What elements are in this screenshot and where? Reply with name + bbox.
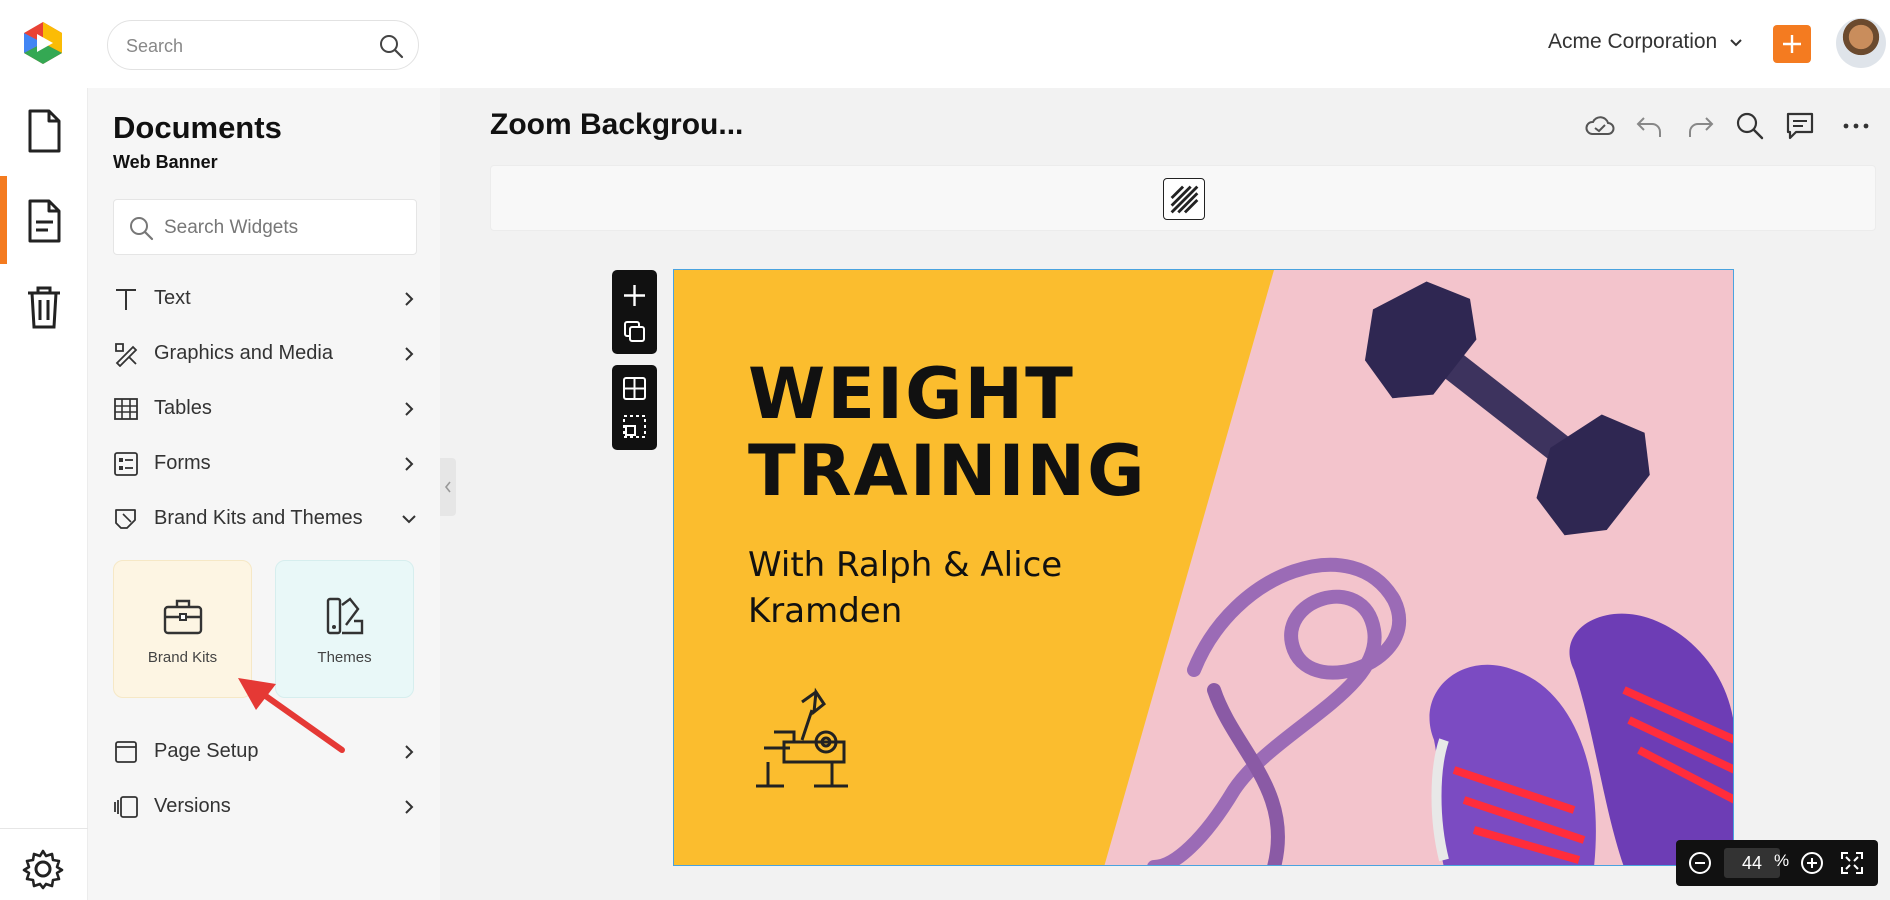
- layout-tools-group: [612, 365, 657, 450]
- panel-subtitle: Web Banner: [113, 152, 218, 172]
- menu-item-text[interactable]: Text: [113, 279, 417, 319]
- org-switcher-label[interactable]: Acme Corporation: [1548, 30, 1717, 54]
- table-icon: [114, 398, 138, 420]
- chevron-right-icon: [405, 800, 414, 814]
- versions-icon: [114, 796, 138, 818]
- banner-byline-line1: With Ralph & Alice: [748, 545, 1062, 585]
- menu-item-label: Tables: [154, 397, 212, 419]
- chevron-right-icon: [405, 292, 414, 306]
- widget-search[interactable]: [113, 199, 417, 255]
- grid-icon[interactable]: [621, 375, 648, 402]
- panel-collapse-handle[interactable]: [440, 458, 456, 516]
- annotation-arrow-icon: [238, 678, 345, 753]
- documents-list-icon[interactable]: [24, 198, 64, 244]
- design-canvas[interactable]: WEIGHT TRAINING With Ralph & Alice Kramd…: [673, 269, 1734, 866]
- chevron-right-icon: [405, 745, 414, 759]
- menu-item-graphics[interactable]: Graphics and Media: [113, 334, 417, 374]
- menu-item-versions[interactable]: Versions: [113, 787, 417, 827]
- user-avatar[interactable]: [1836, 18, 1886, 68]
- menu-item-label: Graphics and Media: [154, 342, 333, 364]
- forms-icon: [114, 452, 138, 476]
- menu-item-label: Text: [154, 287, 191, 309]
- banner-headline-line2: TRAINING: [748, 430, 1147, 512]
- search-icon[interactable]: [378, 33, 404, 59]
- brand-icon: [115, 509, 136, 529]
- banner-artwork: WEIGHT TRAINING With Ralph & Alice Kramd…: [674, 270, 1733, 865]
- chevron-down-icon: [402, 515, 416, 524]
- trash-icon[interactable]: [24, 284, 64, 330]
- add-page-icon[interactable]: [621, 282, 648, 309]
- document-title[interactable]: Zoom Backgrou...: [490, 108, 743, 142]
- chevron-right-icon: [405, 402, 414, 416]
- redo-icon[interactable]: [1684, 110, 1716, 142]
- undo-icon[interactable]: [1634, 110, 1666, 142]
- tile-label: Themes: [317, 649, 372, 666]
- cloud-saved-icon[interactable]: [1584, 110, 1616, 142]
- chevron-left-icon: [444, 481, 451, 493]
- zoom-controls: 44 %: [1676, 840, 1878, 886]
- app-logo-icon[interactable]: [20, 20, 66, 66]
- zoom-value-input[interactable]: 44: [1724, 848, 1780, 878]
- chevron-down-icon[interactable]: [1728, 34, 1744, 50]
- tile-label: Brand Kits: [147, 649, 218, 666]
- banner-byline-line2: Kramden: [748, 591, 902, 631]
- themes-icon: [326, 597, 364, 635]
- zoom-out-icon[interactable]: [1688, 851, 1712, 875]
- search-icon[interactable]: [1734, 110, 1766, 142]
- global-search-input[interactable]: [126, 33, 366, 59]
- search-icon: [130, 217, 154, 241]
- page-tools-group: [612, 270, 657, 354]
- widget-panel: Documents Web Banner Text Graphics and M…: [88, 88, 440, 900]
- zoom-in-icon[interactable]: [1800, 851, 1824, 875]
- zoom-unit: %: [1774, 851, 1790, 870]
- duplicate-page-icon[interactable]: [621, 318, 648, 345]
- text-icon: [116, 289, 136, 310]
- rail-divider: [0, 828, 88, 829]
- top-bar: Acme Corporation: [0, 0, 1890, 88]
- menu-item-brand-kits-themes[interactable]: Brand Kits and Themes: [113, 499, 417, 539]
- fullscreen-icon[interactable]: [1840, 851, 1864, 875]
- page-strip: [490, 165, 1876, 231]
- menu-item-forms[interactable]: Forms: [113, 444, 417, 484]
- create-new-button[interactable]: [1773, 25, 1811, 63]
- global-search[interactable]: [107, 20, 419, 70]
- menu-item-label: Versions: [154, 795, 231, 817]
- active-indicator: [0, 176, 7, 264]
- briefcase-icon: [163, 599, 203, 635]
- left-rail: [0, 88, 88, 900]
- document-icon[interactable]: [24, 108, 64, 154]
- more-options-icon[interactable]: [1840, 110, 1872, 142]
- menu-item-label: Forms: [154, 452, 211, 474]
- settings-gear-icon[interactable]: [22, 848, 64, 890]
- menu-item-label: Brand Kits and Themes: [154, 507, 363, 529]
- select-area-icon[interactable]: [621, 413, 648, 440]
- page-setup-icon: [115, 741, 137, 763]
- panel-title: Documents: [113, 110, 282, 145]
- chevron-right-icon: [405, 347, 414, 361]
- menu-item-tables[interactable]: Tables: [113, 389, 417, 429]
- chevron-right-icon: [405, 457, 414, 471]
- plus-icon: [1783, 35, 1801, 53]
- banner-headline-line1: WEIGHT: [748, 353, 1075, 435]
- widget-search-input[interactable]: [164, 215, 404, 241]
- background-pattern-icon[interactable]: [1163, 178, 1205, 220]
- graphics-icon: [115, 343, 138, 367]
- comment-icon[interactable]: [1784, 110, 1816, 142]
